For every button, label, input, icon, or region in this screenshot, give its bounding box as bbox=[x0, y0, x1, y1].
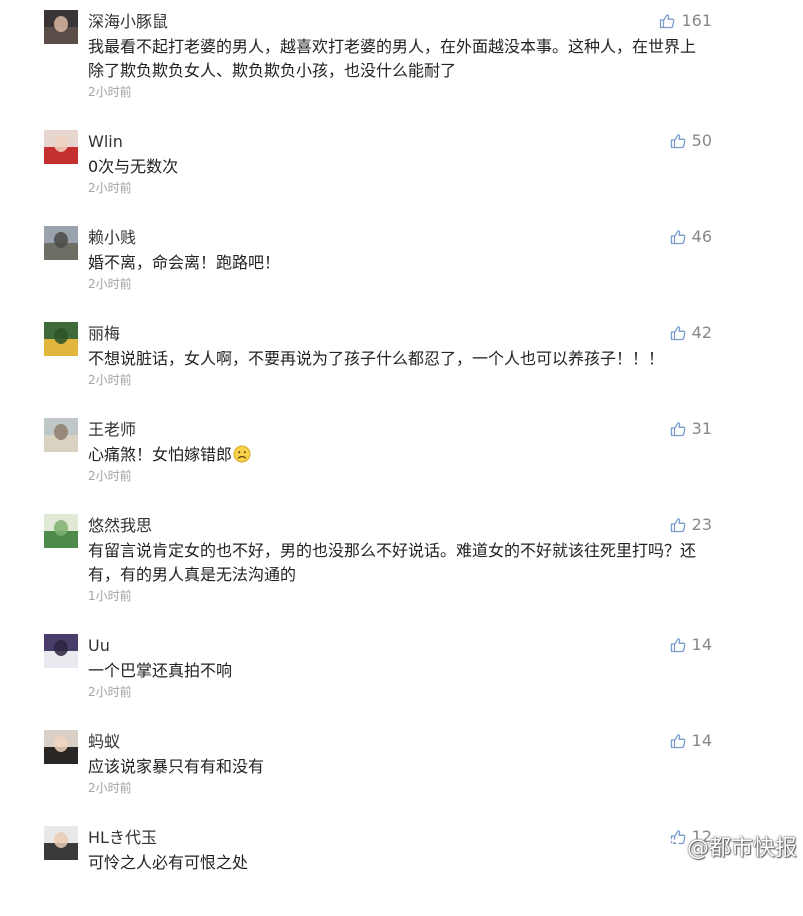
comment-time: 2小时前 bbox=[88, 85, 132, 99]
sad-face-emoji-icon bbox=[233, 445, 251, 463]
like-button[interactable]: 14 bbox=[670, 634, 712, 656]
like-button[interactable]: 31 bbox=[670, 418, 712, 440]
comment-text: 婚不离，命会离！跑路吧！ bbox=[88, 251, 710, 275]
comment-text: 不想说脏话，女人啊，不要再说为了孩子什么都忍了，一个人也可以养孩子！！！ bbox=[88, 347, 710, 371]
comment-time: 2小时前 bbox=[88, 781, 132, 795]
watermark-text: @都市快报 bbox=[686, 836, 797, 861]
comment-text-content: 有留言说肯定女的也不好，男的也没那么不好说话。难道女的不好就该往死里打吗？还有，… bbox=[88, 541, 697, 584]
username-link[interactable]: HLき代玉 bbox=[88, 827, 157, 849]
comment-text-content: 0次与无数次 bbox=[88, 157, 179, 176]
avatar[interactable] bbox=[44, 418, 78, 452]
comment-text-content: 可怜之人必有可恨之处 bbox=[88, 853, 249, 872]
comment-text-content: 心痛煞！女怕嫁错郎 bbox=[88, 445, 233, 464]
like-button[interactable]: 46 bbox=[670, 226, 712, 248]
thumbs-up-icon bbox=[670, 734, 686, 749]
comment-text: 应该说家暴只有有和没有 bbox=[88, 755, 710, 779]
like-button[interactable]: 42 bbox=[670, 322, 712, 344]
comment-text: 我最看不起打老婆的男人，越喜欢打老婆的男人，在外面越没本事。这种人，在世界上除了… bbox=[88, 35, 710, 83]
username-link[interactable]: 王老师 bbox=[88, 419, 136, 441]
comment-item: Uu 一个巴掌还真拍不响 2小时前 14 bbox=[0, 634, 803, 724]
like-count: 46 bbox=[691, 227, 712, 246]
comment-text: 可怜之人必有可恨之处 bbox=[88, 851, 710, 875]
weibo-icon bbox=[650, 839, 679, 862]
thumbs-up-icon bbox=[670, 230, 686, 245]
comment-text-content: 我最看不起打老婆的男人，越喜欢打老婆的男人，在外面越没本事。这种人，在世界上除了… bbox=[88, 37, 697, 80]
comment-time: 2小时前 bbox=[88, 373, 132, 387]
like-count: 161 bbox=[681, 11, 712, 30]
thumbs-up-icon bbox=[670, 422, 686, 437]
comment-time: 2小时前 bbox=[88, 181, 132, 195]
comment-text: 0次与无数次 bbox=[88, 155, 710, 179]
thumbs-up-icon bbox=[660, 14, 675, 29]
avatar[interactable] bbox=[44, 730, 78, 764]
watermark: @都市快报 bbox=[650, 836, 797, 862]
username-link[interactable]: 赖小贱 bbox=[88, 227, 136, 249]
avatar[interactable] bbox=[44, 826, 78, 860]
like-count: 23 bbox=[691, 515, 712, 534]
comment-item: 赖小贱婚不离，命会离！跑路吧！ 2小时前 46 bbox=[0, 226, 803, 316]
comment-time: 1小时前 bbox=[88, 589, 132, 603]
comment-text: 一个巴掌还真拍不响 bbox=[88, 659, 710, 683]
like-count: 31 bbox=[691, 419, 712, 438]
username-link[interactable]: 蚂蚁 bbox=[88, 731, 120, 753]
like-count: 50 bbox=[691, 131, 712, 150]
comment-text-content: 应该说家暴只有有和没有 bbox=[88, 757, 265, 776]
like-button[interactable]: 23 bbox=[670, 514, 712, 536]
like-button[interactable]: 14 bbox=[670, 730, 712, 752]
thumbs-up-icon bbox=[670, 326, 686, 341]
like-button[interactable]: 50 bbox=[670, 130, 712, 152]
avatar[interactable] bbox=[44, 10, 78, 44]
comment-item: 丽梅不想说脏话，女人啊，不要再说为了孩子什么都忍了，一个人也可以养孩子！！！ 2小… bbox=[0, 322, 803, 412]
username-link[interactable]: 深海小豚鼠 bbox=[88, 11, 168, 33]
comment-item: 悠然我思有留言说肯定女的也不好，男的也没那么不好说话。难道女的不好就该往死里打吗… bbox=[0, 514, 803, 604]
comment-time: 2小时前 bbox=[88, 277, 132, 291]
avatar[interactable] bbox=[44, 514, 78, 548]
thumbs-up-icon bbox=[670, 134, 686, 149]
comment-text-content: 婚不离，命会离！跑路吧！ bbox=[88, 253, 281, 272]
like-count: 42 bbox=[691, 323, 712, 342]
username-link[interactable]: Uu bbox=[88, 635, 110, 657]
comment-text: 心痛煞！女怕嫁错郎 bbox=[88, 443, 710, 467]
comment-text: 有留言说肯定女的也不好，男的也没那么不好说话。难道女的不好就该往死里打吗？还有，… bbox=[88, 539, 710, 587]
comment-item: 王老师心痛煞！女怕嫁错郎 2小时前 31 bbox=[0, 418, 803, 508]
username-link[interactable]: 悠然我思 bbox=[88, 515, 152, 537]
avatar[interactable] bbox=[44, 130, 78, 164]
comment-item: 蚂蚁应该说家暴只有有和没有 2小时前 14 bbox=[0, 730, 803, 820]
thumbs-up-icon bbox=[670, 518, 686, 533]
comment-item: 深海小豚鼠我最看不起打老婆的男人，越喜欢打老婆的男人，在外面越没本事。这种人，在… bbox=[0, 10, 803, 100]
comment-item: Wlin 0次与无数次 2小时前 50 bbox=[0, 130, 803, 220]
username-link[interactable]: 丽梅 bbox=[88, 323, 120, 345]
comment-list: 深海小豚鼠我最看不起打老婆的男人，越喜欢打老婆的男人，在外面越没本事。这种人，在… bbox=[0, 0, 803, 872]
comment-text-content: 一个巴掌还真拍不响 bbox=[88, 661, 233, 680]
thumbs-up-icon bbox=[670, 638, 686, 653]
avatar[interactable] bbox=[44, 634, 78, 668]
like-count: 14 bbox=[691, 635, 712, 654]
comment-text-content: 不想说脏话，女人啊，不要再说为了孩子什么都忍了，一个人也可以养孩子！！！ bbox=[88, 349, 665, 368]
comment-time: 2小时前 bbox=[88, 469, 132, 483]
avatar[interactable] bbox=[44, 322, 78, 356]
avatar[interactable] bbox=[44, 226, 78, 260]
comment-time: 2小时前 bbox=[88, 685, 132, 699]
like-button[interactable]: 161 bbox=[659, 10, 712, 32]
username-link[interactable]: Wlin bbox=[88, 131, 123, 153]
like-count: 14 bbox=[691, 731, 712, 750]
